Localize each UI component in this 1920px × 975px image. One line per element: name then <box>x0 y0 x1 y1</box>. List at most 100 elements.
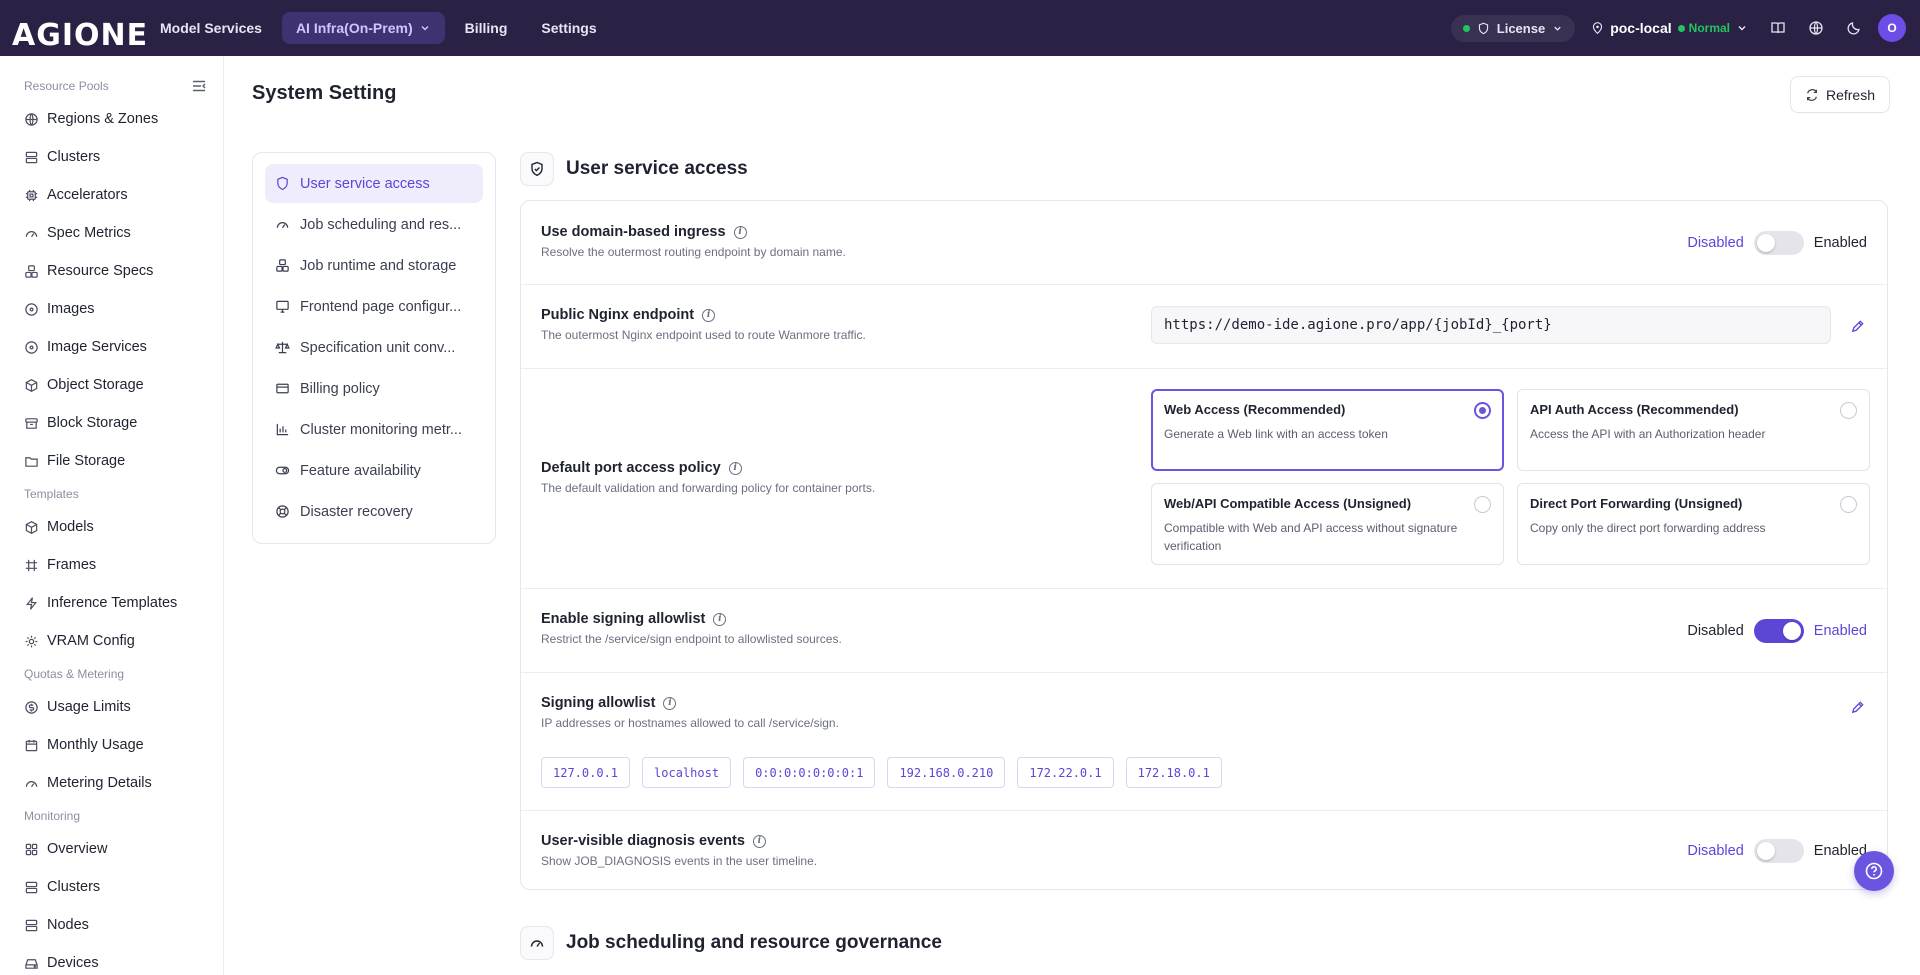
nav-label: Model Services <box>160 20 262 36</box>
nav-settings[interactable]: Settings <box>527 12 610 44</box>
theme-moon-icon[interactable] <box>1840 14 1868 42</box>
sidebar-item-vram-config[interactable]: VRAM Config <box>0 622 223 660</box>
allowlist-chips: 127.0.0.1 localhost 0:0:0:0:0:0:0:1 192.168… <box>541 757 1222 788</box>
sidebar-item-file-storage[interactable]: File Storage <box>0 442 223 480</box>
license-button[interactable]: License <box>1450 14 1576 42</box>
setting-nginx-endpoint: Public Nginx endpoint i The outermost Ngi… <box>521 285 1887 369</box>
help-icon <box>1865 862 1883 880</box>
nav-ai-infra[interactable]: AI Infra(On-Prem) <box>281 12 445 44</box>
toggle-icon <box>275 466 290 475</box>
sidebar-item-models[interactable]: Models <box>0 508 223 546</box>
setting-domain-ingress: Use domain-based ingress i Resolve the ou… <box>521 201 1887 285</box>
help-button[interactable] <box>1854 851 1894 891</box>
gauge-icon <box>520 926 554 960</box>
toggle-on-label: Enabled <box>1813 235 1867 251</box>
cube-icon <box>25 520 38 534</box>
docs-book-icon[interactable] <box>1764 14 1792 42</box>
sidebar-item-nodes[interactable]: Nodes <box>0 906 223 944</box>
nav-label: Billing <box>464 20 508 36</box>
info-icon[interactable]: i <box>663 696 677 710</box>
policy-radio[interactable] <box>1840 402 1857 419</box>
sidebar-item-spec-metrics[interactable]: Spec Metrics <box>0 214 223 252</box>
page-title: System Setting <box>252 82 397 104</box>
sidebar-item-accelerators[interactable]: Accelerators <box>0 176 223 214</box>
info-icon[interactable]: i <box>733 225 747 239</box>
policy-option-web-access-recommended[interactable]: Web Access (Recommended) Generate a Web l… <box>1151 389 1504 471</box>
shield-check-icon <box>520 152 554 186</box>
policy-option-direct-port-forwarding-unsigned[interactable]: Direct Port Forwarding (Unsigned) Copy on… <box>1517 483 1870 565</box>
subnav-item-label: User service access <box>300 175 430 192</box>
sidebar-item-resource-specs[interactable]: Resource Specs <box>0 252 223 290</box>
sidebar-list-monitoring: Overview Clusters Nodes Devices <box>0 830 223 975</box>
toggle-off-label: Disabled <box>1687 235 1744 251</box>
sidebar-item-clusters[interactable]: Clusters <box>0 868 223 906</box>
subnav-item-feature-availability[interactable]: Feature availability <box>265 451 483 490</box>
policy-radio[interactable] <box>1474 496 1491 513</box>
sidebar-item-inference-templates[interactable]: Inference Templates <box>0 584 223 622</box>
subnav-item-billing-policy[interactable]: Billing policy <box>265 369 483 408</box>
nav-billing[interactable]: Billing <box>451 12 522 44</box>
info-icon[interactable]: i <box>713 612 727 626</box>
user-avatar[interactable]: O <box>1878 14 1906 42</box>
language-globe-icon[interactable] <box>1802 14 1830 42</box>
setting-diagnosis-events: User-visible diagnosis events i Show JOB_… <box>521 811 1887 891</box>
shield-icon <box>1478 22 1488 34</box>
gauge-icon <box>25 780 38 787</box>
sidebar-item-metering-details[interactable]: Metering Details <box>0 764 223 802</box>
refresh-button[interactable]: Refresh <box>1789 76 1890 113</box>
top-bar: AGIONE Model Services AI Infra(On-Prem) … <box>0 0 1920 56</box>
policy-option-web-api-compatible-access-unsigned[interactable]: Web/API Compatible Access (Unsigned) Comp… <box>1151 483 1504 565</box>
frame-icon <box>25 559 38 571</box>
subnav-item-label: Feature availability <box>300 462 421 479</box>
sidebar-item-images[interactable]: Images <box>0 290 223 328</box>
edit-signing-allowlist-button[interactable] <box>1845 695 1869 719</box>
subnav-item-cluster-monitoring-metr[interactable]: Cluster monitoring metr... <box>265 410 483 449</box>
collapse-sidebar-icon[interactable] <box>191 78 207 94</box>
setting-title: Default port access policy <box>541 460 721 476</box>
sidebar-item-frames[interactable]: Frames <box>0 546 223 584</box>
policy-radio[interactable] <box>1474 402 1491 419</box>
sidebar-item-monthly-usage[interactable]: Monthly Usage <box>0 726 223 764</box>
section-header-user-service-access: User service access <box>520 152 748 186</box>
edit-nginx-endpoint-button[interactable] <box>1845 314 1869 338</box>
sidebar-item-devices[interactable]: Devices <box>0 944 223 975</box>
disc-icon <box>25 340 38 354</box>
sidebar-item-image-services[interactable]: Image Services <box>0 328 223 366</box>
chip-icon <box>25 189 38 201</box>
sidebar-item-clusters[interactable]: Clusters <box>0 138 223 176</box>
nav-model-services[interactable]: Model Services <box>146 12 276 44</box>
allowlist-entry: localhost <box>642 757 732 788</box>
subnav-item-job-scheduling-and-res[interactable]: Job scheduling and res... <box>265 205 483 244</box>
sidebar-item-block-storage[interactable]: Block Storage <box>0 404 223 442</box>
brand-logo[interactable]: AGIONE <box>0 0 147 56</box>
sidebar-item-regions-zones[interactable]: Regions & Zones <box>0 100 223 138</box>
server-icon <box>25 919 38 931</box>
gear-icon <box>25 635 38 647</box>
info-icon[interactable]: i <box>752 834 766 848</box>
signing-allowlist-switch[interactable] <box>1753 619 1804 643</box>
subnav-item-label: Billing policy <box>300 380 380 397</box>
sidebar-item-object-storage[interactable]: Object Storage <box>0 366 223 404</box>
sidebar-item-label: Monthly Usage <box>47 737 144 753</box>
policy-option-title: Web Access (Recommended) <box>1164 402 1346 417</box>
sidebar-item-overview[interactable]: Overview <box>0 830 223 868</box>
subnav-item-specification-unit-conv[interactable]: Specification unit conv... <box>265 328 483 367</box>
subnav-item-user-service-access[interactable]: User service access <box>265 164 483 203</box>
sidebar-item-label: Resource Specs <box>47 263 154 279</box>
sidebar-item-usage-limits[interactable]: Usage Limits <box>0 688 223 726</box>
sidebar-item-label: VRAM Config <box>47 633 135 649</box>
diagnosis-events-switch[interactable] <box>1753 839 1804 863</box>
port-policy-options: Web Access (Recommended) Generate a Web l… <box>1151 389 1871 565</box>
subnav-item-disaster-recovery[interactable]: Disaster recovery <box>265 492 483 531</box>
domain-ingress-switch[interactable] <box>1753 231 1804 255</box>
info-icon[interactable]: i <box>728 461 742 475</box>
server-icon <box>25 151 38 163</box>
sidebar: Resource Pools Regions & Zones Clusters Ac… <box>0 56 224 975</box>
license-label: License <box>1496 20 1546 36</box>
policy-radio[interactable] <box>1840 496 1857 513</box>
info-icon[interactable]: i <box>702 308 716 322</box>
policy-option-api-auth-access-recommended[interactable]: API Auth Access (Recommended) Access the … <box>1517 389 1870 471</box>
environment-selector[interactable]: poc-local Normal <box>1585 20 1754 36</box>
subnav-item-job-runtime-and-storage[interactable]: Job runtime and storage <box>265 246 483 285</box>
subnav-item-frontend-page-configur[interactable]: Frontend page configur... <box>265 287 483 326</box>
